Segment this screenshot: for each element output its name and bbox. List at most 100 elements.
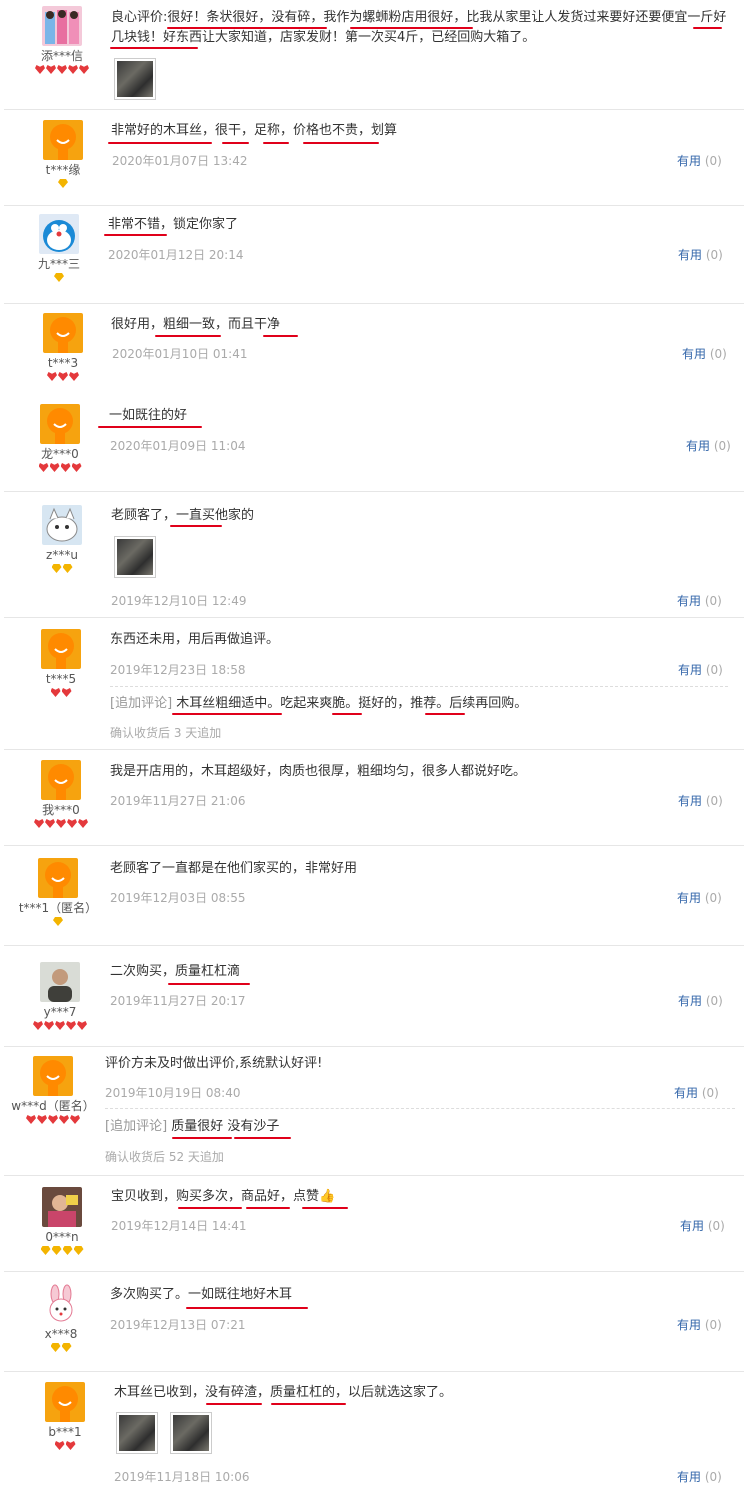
addition-tag: [追加评论] [110, 696, 173, 711]
reviewer: 我***0 [16, 760, 106, 829]
useful-button[interactable]: 有用 (0) [678, 792, 723, 809]
rank-badges [17, 65, 107, 75]
rank-badges [16, 819, 106, 829]
review-text: 非常好的木耳丝，很干，足称，价格也不贵，划算 [111, 123, 398, 138]
useful-button[interactable]: 有用 (0) [677, 152, 722, 169]
rank-badges [17, 564, 107, 574]
avatar[interactable] [41, 760, 81, 800]
review-text: 我是开店用的，木耳超级好，肉质也很厚，粗细均匀，很多人都说好吃。 [110, 764, 527, 779]
highlight-underline [303, 142, 379, 144]
review-text: 东西还未用，用后再做追评。 [110, 632, 280, 647]
review-photo[interactable] [116, 1412, 158, 1454]
highlight-underline [206, 1403, 262, 1405]
addition-text: 质量很好 没有沙子 [171, 1119, 280, 1134]
avatar[interactable] [45, 1382, 85, 1422]
useful-button[interactable]: 有用 (0) [686, 437, 731, 454]
highlight-underline [246, 1207, 290, 1209]
review-date: 2020年01月07日 13:42 [112, 154, 248, 168]
review-text: 一如既往的好 [109, 408, 188, 423]
review-photo[interactable] [170, 1412, 212, 1454]
avatar[interactable] [42, 1187, 82, 1227]
review-item: t***缘 非常好的木耳丝，很干，足称，价格也不贵，划算 2020年01月07日… [0, 110, 748, 206]
review-item: 添***信 良心评价:很好！条状很好，没有碎，我作为螺蛳粉店用很好，比我从家里让… [0, 0, 748, 110]
review-date: 2019年12月13日 07:21 [110, 1318, 246, 1332]
useful-button[interactable]: 有用 (0) [678, 661, 723, 678]
username: 0***n [45, 1230, 79, 1244]
review-photo[interactable] [114, 536, 156, 578]
highlight-underline [170, 525, 222, 527]
avatar[interactable] [40, 962, 80, 1002]
review-item: 九***三 非常不错，锁定你家了 2020年01月12日 20:14 有用 (0… [0, 206, 748, 304]
highlight-underline [98, 426, 202, 428]
review-item: t***5 东西还未用，用后再做追评。 2019年12月23日 18:58 有用… [0, 618, 748, 750]
highlight-underline [222, 142, 249, 144]
rank-badges [18, 372, 108, 382]
reviewer: z***u [17, 505, 107, 574]
review-text: 宝贝收到，购买多次，商品好，点赞👍 [111, 1189, 336, 1204]
avatar[interactable] [43, 313, 83, 353]
review-item: 龙***0 一如既往的好 2020年01月09日 11:04 有用 (0) [0, 392, 748, 492]
reviewer: y***7 [15, 962, 105, 1031]
reviewer: 九***三 [14, 214, 104, 283]
review-item: y***7 二次购买，质量杠杠滴 2019年11月27日 20:17 有用 (0… [0, 946, 748, 1046]
useful-button[interactable]: 有用 (0) [677, 592, 722, 609]
avatar[interactable] [42, 6, 82, 46]
useful-button[interactable]: 有用 (0) [678, 246, 723, 263]
highlight-underline [425, 713, 465, 715]
addition-text: 木耳丝粗细适中。吃起来爽脆。挺好的，推荐。后续再回购。 [176, 696, 528, 711]
avatar[interactable] [40, 404, 80, 444]
avatar[interactable] [41, 629, 81, 669]
useful-button[interactable]: 有用 (0) [680, 1217, 725, 1234]
reviewer: x***8 [16, 1284, 106, 1353]
highlight-underline [108, 142, 212, 144]
useful-button[interactable]: 有用 (0) [677, 1468, 722, 1485]
review-item: 0***n 宝贝收到，购买多次，商品好，点赞👍 2019年12月14日 14:4… [0, 1176, 748, 1272]
username: x***8 [44, 1327, 78, 1341]
avatar[interactable] [33, 1056, 73, 1096]
username: 添***信 [40, 49, 83, 63]
useful-button[interactable]: 有用 (0) [677, 889, 722, 906]
useful-button[interactable]: 有用 (0) [674, 1084, 719, 1101]
avatar[interactable] [39, 214, 79, 254]
rank-badges [18, 179, 108, 189]
addition-note: 确认收货后 52 天追加 [105, 1150, 224, 1164]
review-date: 2019年12月03日 08:55 [110, 891, 246, 905]
highlight-underline [155, 335, 221, 337]
avatar[interactable] [38, 858, 78, 898]
highlight-underline [167, 27, 327, 29]
review-item: w***d（匿名） 评价方未及时做出评价,系统默认好评! 2019年10月19日… [0, 1046, 748, 1176]
highlight-underline [350, 27, 473, 29]
reviewer: t***1（匿名） [13, 858, 103, 927]
review-date: 2019年12月10日 12:49 [111, 594, 247, 608]
highlight-underline [263, 335, 298, 337]
highlight-underline [178, 1207, 242, 1209]
avatar[interactable] [42, 505, 82, 545]
review-item: b***1 木耳丝已收到，没有碎渣，质量杠杠的，以后就选这家了。 2019年11… [0, 1372, 748, 1496]
username: t***5 [45, 672, 77, 686]
review-item: 我***0 我是开店用的，木耳超级好，肉质也很厚，粗细均匀，很多人都说好吃。 2… [0, 750, 748, 846]
username: t***1（匿名） [18, 901, 98, 915]
username: y***7 [43, 1005, 77, 1019]
rank-badges [17, 1246, 107, 1256]
username: t***3 [47, 356, 79, 370]
useful-button[interactable]: 有用 (0) [682, 345, 727, 362]
review-date: 2020年01月12日 20:14 [108, 248, 244, 262]
addition-tag: [追加评论] [105, 1119, 168, 1134]
username: 我***0 [42, 803, 80, 817]
review-date: 2019年11月27日 21:06 [110, 794, 246, 808]
highlight-underline [110, 47, 198, 49]
avatar[interactable] [43, 120, 83, 160]
username: 九***三 [37, 257, 80, 271]
highlight-underline [172, 1137, 232, 1139]
review-date: 2020年01月10日 01:41 [112, 347, 248, 361]
username: z***u [46, 548, 78, 562]
useful-button[interactable]: 有用 (0) [678, 992, 723, 1009]
highlight-underline [693, 27, 722, 29]
useful-button[interactable]: 有用 (0) [677, 1316, 722, 1333]
review-item: t***3 很好用，粗细一致，而且干净 2020年01月10日 01:41 有用… [0, 304, 748, 392]
rank-badges [16, 1343, 106, 1353]
review-photo[interactable] [114, 58, 156, 100]
avatar[interactable] [41, 1284, 81, 1324]
reviewer: 添***信 [17, 6, 107, 75]
review-text: 很好用，粗细一致，而且干净 [111, 317, 281, 332]
